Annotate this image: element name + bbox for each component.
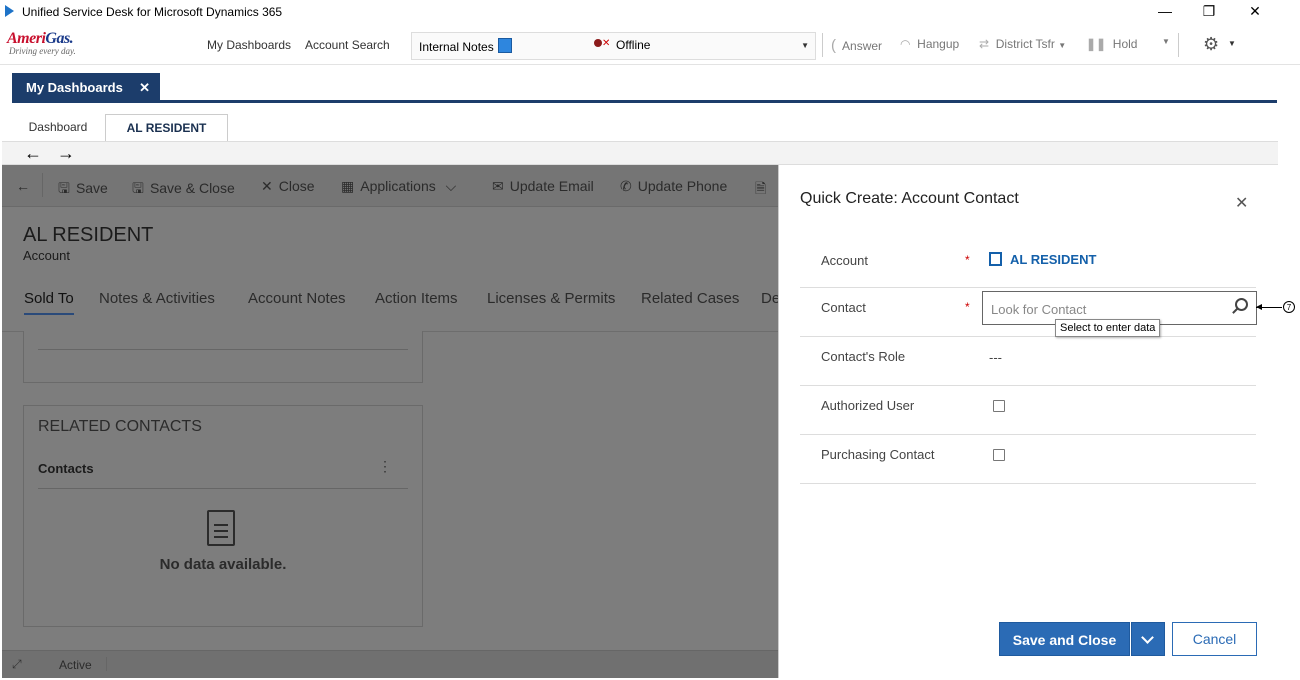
gear-icon[interactable]: ⚙ [1203,34,1219,55]
contact-role-value[interactable]: --- [989,350,1002,365]
tab-divider [12,100,1277,103]
phone-icon: ✆ [620,178,632,194]
back-icon[interactable]: ← [16,178,30,194]
hangup-button[interactable]: ◠ Hangup [900,37,959,51]
contact-role-label: Contact's Role [821,349,906,364]
tab-sold-to[interactable]: Sold To [24,290,74,315]
document-icon [207,510,235,546]
usd-toolbar: AmeriGas. Driving every day. My Dashboar… [0,25,1300,65]
applications-button[interactable]: ▦ Applications ⌵ [341,178,462,195]
restore-button[interactable]: ❐ [1194,2,1224,22]
internal-notes-label: Internal Notes [419,40,494,54]
related-contacts-heading: RELATED CONTACTS [38,418,202,435]
authorized-user-checkbox[interactable] [993,400,1005,412]
tab-al-resident[interactable]: AL RESIDENT [105,114,228,141]
internal-notes-box[interactable]: Internal Notes Offline ▼ [411,32,816,60]
save-icon: 🖫 [58,180,70,196]
related-contacts-card: RELATED CONTACTS Contacts ⋮ No data avai… [23,405,423,627]
hold-dropdown-icon[interactable]: ▼ [1162,37,1170,46]
close-icon[interactable]: ✕ [1235,193,1248,213]
search-icon[interactable] [1235,298,1248,311]
required-indicator: * [965,300,970,314]
minimize-button[interactable]: — [1150,2,1180,22]
session-tab-my-dashboards[interactable]: My Dashboards ✕ [12,73,160,102]
presence-status[interactable]: Offline [594,38,650,52]
settings-dropdown-icon[interactable]: ▼ [1228,39,1236,48]
account-label: Account [821,253,868,268]
transfer-icon: ⇄ [979,37,990,51]
tab-action-items[interactable]: Action Items [375,290,458,307]
status-bar: ⤢ Active [2,650,778,678]
update-phone-button[interactable]: ✆ Update Phone [620,178,727,195]
tab-more[interactable]: De [761,290,778,307]
tooltip: Select to enter data [1055,319,1161,337]
close-button[interactable]: ✕ Close [261,178,315,195]
notes-icon[interactable] [498,38,512,53]
transfer-button[interactable]: ⇄ District Tsfr ▼ [979,37,1066,51]
record-status: Active [59,658,92,672]
record-title: AL RESIDENT [23,224,154,246]
my-dashboards-link[interactable]: My Dashboards [207,38,291,52]
tab-dashboard[interactable]: Dashboard [16,114,100,141]
save-and-close-button[interactable]: Save and Close [999,622,1130,656]
callout-arrow-icon [1256,304,1282,310]
title-bar: Unified Service Desk for Microsoft Dynam… [0,0,1300,24]
save-close-icon: 🖫 [132,180,144,196]
tab-related-cases[interactable]: Related Cases [641,290,739,307]
more-options-icon[interactable]: ⋮ [378,458,392,475]
contact-placeholder: Look for Contact [991,302,1087,317]
form-section-card [23,331,423,383]
authorized-user-label: Authorized User [821,398,915,413]
usd-app-icon [5,5,14,17]
hangup-icon: ◠ [900,37,911,51]
offline-presence-icon [594,38,610,51]
contact-label: Contact [821,300,866,315]
quick-create-panel: Quick Create: Account Contact ✕ Account … [778,165,1278,678]
callout-number: 7 [1283,301,1295,313]
contacts-subgrid-label: Contacts [38,461,94,476]
expand-icon[interactable]: ⤢ [12,657,22,672]
account-form: ← 🖫 Save 🖫 Save & Close ✕ Close ▦ Applicatio… [2,165,778,650]
account-icon [989,252,1002,266]
no-data-message: No data available. [159,556,287,573]
back-arrow-icon[interactable]: ← [24,142,42,164]
purchasing-contact-label: Purchasing Contact [821,447,935,462]
hold-button[interactable]: ❚❚ Hold [1086,37,1137,51]
close-tab-icon[interactable]: ✕ [139,73,150,102]
save-options-dropdown[interactable] [1131,622,1165,656]
close-icon: ✕ [261,178,273,194]
document-icon[interactable]: 🗎 [755,178,766,202]
tab-licenses-permits[interactable]: Licenses & Permits [487,290,615,307]
update-email-button[interactable]: ✉ Update Email [492,178,594,195]
envelope-icon: ✉ [492,178,504,194]
answer-button[interactable]: ( Answer [831,37,882,54]
quick-create-title: Quick Create: Account Contact [800,190,1019,207]
navigation-bar: ← → [2,141,1278,165]
grid-icon: ▦ [341,178,355,194]
window-title: Unified Service Desk for Microsoft Dynam… [22,5,283,19]
account-lookup-link[interactable]: AL RESIDENT [989,252,1096,267]
tab-account-notes[interactable]: Account Notes [248,290,346,307]
account-search-link[interactable]: Account Search [305,38,390,52]
save-close-button[interactable]: 🖫 Save & Close [132,178,235,202]
amerigas-logo: AmeriGas. Driving every day. [7,30,76,56]
pause-icon: ❚❚ [1086,37,1107,51]
purchasing-contact-checkbox[interactable] [993,449,1005,461]
chevron-down-icon: ⌵ [445,178,457,194]
record-entity: Account [23,248,70,263]
chevron-down-icon[interactable]: ▼ [801,41,809,50]
phone-icon: ( [831,37,836,54]
tab-notes-activities[interactable]: Notes & Activities [99,290,215,307]
cancel-button[interactable]: Cancel [1172,622,1257,656]
close-window-button[interactable]: ✕ [1240,2,1270,22]
forward-arrow-icon[interactable]: → [57,142,75,164]
command-bar: ← 🖫 Save 🖫 Save & Close ✕ Close ▦ Applicatio… [2,165,778,207]
required-indicator: * [965,253,970,267]
save-button[interactable]: 🖫 Save [58,178,108,202]
